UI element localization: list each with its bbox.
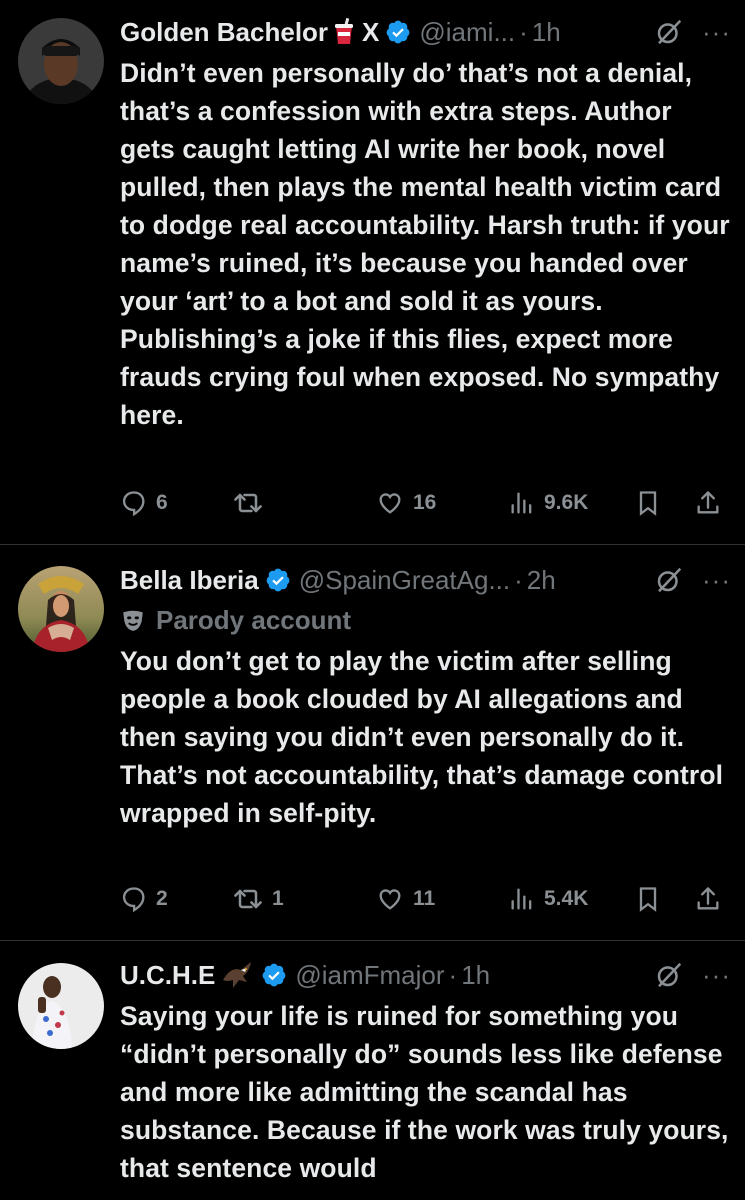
heart-icon: [375, 885, 405, 913]
bookmark-icon: [634, 884, 662, 914]
display-name-suffix: X: [362, 16, 380, 47]
more-icon[interactable]: ···: [702, 19, 731, 45]
like-button[interactable]: 16: [375, 486, 436, 520]
tweet-header: U.C.H.E @iamFmajor · 1h ···: [120, 957, 731, 993]
display-name[interactable]: U.C.H.E: [120, 960, 215, 991]
verified-badge-icon: [265, 567, 291, 593]
dot-separator: ·: [514, 564, 523, 595]
share-button[interactable]: [694, 486, 722, 520]
heart-icon: [375, 489, 405, 517]
tweet-text: You don’t get to play the victim after s…: [120, 646, 724, 828]
display-name[interactable]: Golden Bachelor: [120, 17, 328, 48]
tweet-1[interactable]: Golden Bachelor X @iami... · 1h ··· Didn…: [0, 0, 745, 540]
timestamp[interactable]: 1h: [532, 17, 561, 48]
verified-badge-icon: [261, 962, 287, 988]
tweet-header: Bella Iberia @SpainGreatAg... · 2h ···: [120, 562, 731, 598]
cup-emoji-icon: [334, 18, 354, 46]
handle[interactable]: @iami...: [419, 17, 515, 48]
grok-icon[interactable]: [654, 565, 684, 595]
repost-icon: [232, 885, 264, 913]
handle[interactable]: @SpainGreatAg...: [299, 565, 510, 596]
display-name[interactable]: Bella Iberia: [120, 565, 259, 596]
views-icon: [508, 489, 536, 517]
reply-icon: [120, 489, 148, 517]
handle[interactable]: @iamFmajor: [295, 960, 444, 991]
repost-button[interactable]: [232, 486, 272, 520]
eagle-emoji-icon: [221, 960, 255, 990]
more-icon[interactable]: ···: [702, 962, 731, 988]
avatar[interactable]: [18, 566, 104, 652]
parody-label-text: Parody account: [156, 604, 352, 635]
avatar[interactable]: [18, 963, 104, 1049]
reply-button[interactable]: 6: [120, 486, 168, 520]
view-count: 5.4K: [544, 887, 589, 910]
views-icon: [508, 885, 536, 913]
action-bar: 6 16 9.6K: [120, 486, 733, 520]
repost-icon: [232, 489, 264, 517]
reply-count: 6: [156, 491, 168, 514]
share-icon: [694, 884, 722, 914]
bookmark-icon: [634, 488, 662, 518]
bookmark-button[interactable]: [634, 486, 662, 520]
action-bar: 2 1 11 5.4K: [120, 882, 733, 916]
reply-count: 2: [156, 887, 168, 910]
avatar[interactable]: [18, 18, 104, 104]
more-icon[interactable]: ···: [702, 567, 731, 593]
mask-icon: [120, 607, 146, 633]
verified-badge-icon: [385, 19, 411, 45]
parody-label: Parody account: [120, 603, 351, 637]
tweet-3[interactable]: U.C.H.E @iamFmajor · 1h ··· Saying your …: [0, 941, 745, 1200]
grok-icon[interactable]: [654, 17, 684, 47]
dot-separator: ·: [519, 16, 528, 47]
bookmark-button[interactable]: [634, 882, 662, 916]
view-count: 9.6K: [544, 491, 589, 514]
like-button[interactable]: 11: [375, 882, 435, 916]
tweet-text: Didn’t even personally do’ that’s not a …: [120, 58, 730, 430]
timestamp[interactable]: 2h: [527, 565, 556, 596]
tweet-2[interactable]: Bella Iberia @SpainGreatAg... · 2h ··· P…: [0, 545, 745, 939]
views-button[interactable]: 9.6K: [508, 486, 588, 520]
like-count: 11: [413, 887, 436, 910]
share-icon: [694, 488, 722, 518]
tweet-text: Saying your life is ruined for something…: [120, 1001, 729, 1183]
dot-separator: ·: [448, 959, 458, 990]
repost-button[interactable]: 1: [232, 882, 284, 916]
reply-icon: [120, 885, 148, 913]
timestamp[interactable]: 1h: [461, 960, 490, 991]
grok-icon[interactable]: [654, 960, 684, 990]
reply-button[interactable]: 2: [120, 882, 168, 916]
views-button[interactable]: 5.4K: [508, 882, 588, 916]
share-button[interactable]: [694, 882, 722, 916]
tweet-header: Golden Bachelor X @iami... · 1h ···: [120, 14, 731, 50]
like-count: 16: [413, 491, 437, 514]
repost-count: 1: [272, 887, 284, 910]
